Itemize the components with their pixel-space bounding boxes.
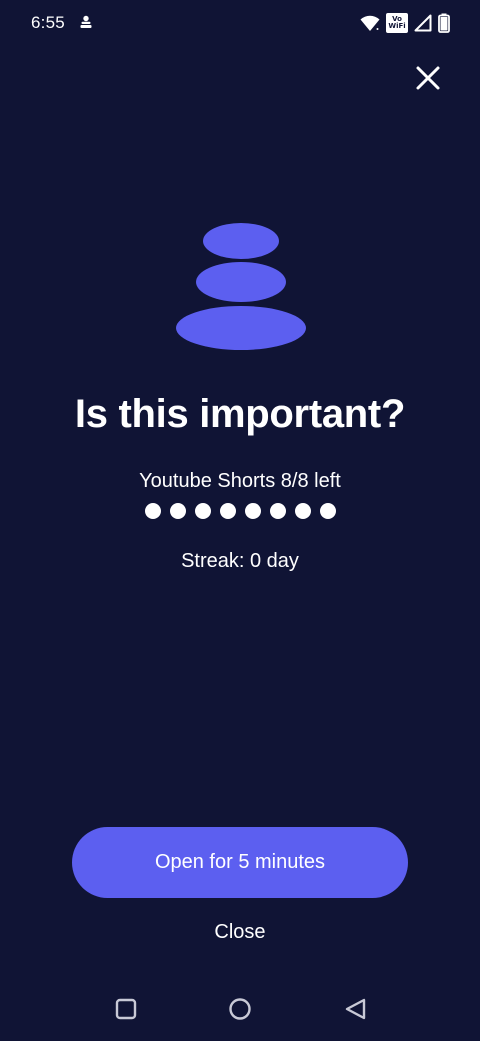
open-for-5-minutes-button[interactable]: Open for 5 minutes: [72, 827, 408, 898]
navigation-bar: [0, 985, 480, 1041]
user-profile-icon: [80, 15, 92, 28]
usage-remaining-text: Youtube Shorts 8/8 left: [139, 470, 341, 492]
circle-icon[interactable]: [220, 989, 260, 1029]
remaining-dot: [194, 503, 211, 519]
remaining-dot: [144, 503, 161, 519]
remaining-opens-indicator: [0, 503, 480, 519]
status-icons: Vo WiFi: [360, 12, 450, 34]
vowifi-bottom-text: WiFi: [388, 22, 406, 30]
battery-icon: [438, 13, 450, 33]
close-button[interactable]: Close: [0, 921, 480, 944]
status-time: 6:55: [31, 13, 65, 32]
close-icon[interactable]: [414, 64, 442, 92]
status-bar: 6:55 Vo WiFi: [0, 0, 480, 48]
remaining-dot: [219, 503, 236, 519]
streak-text: Streak: 0 day: [181, 550, 299, 572]
remaining-dot: [294, 503, 311, 519]
signal-icon: [414, 14, 432, 32]
wifi-icon: [360, 15, 380, 31]
stacked-stones-icon: [176, 223, 306, 350]
square-icon[interactable]: [106, 989, 146, 1029]
vowifi-icon: Vo WiFi: [386, 13, 408, 33]
remaining-dot: [319, 503, 336, 519]
remaining-dot: [269, 503, 286, 519]
page-title: Is this important?: [74, 392, 406, 436]
remaining-dot: [169, 503, 186, 519]
triangle-back-icon[interactable]: [335, 989, 375, 1029]
intervention-screen: 6:55 Vo WiFi Is this important? Youtube …: [0, 0, 480, 1041]
remaining-dot: [244, 503, 261, 519]
